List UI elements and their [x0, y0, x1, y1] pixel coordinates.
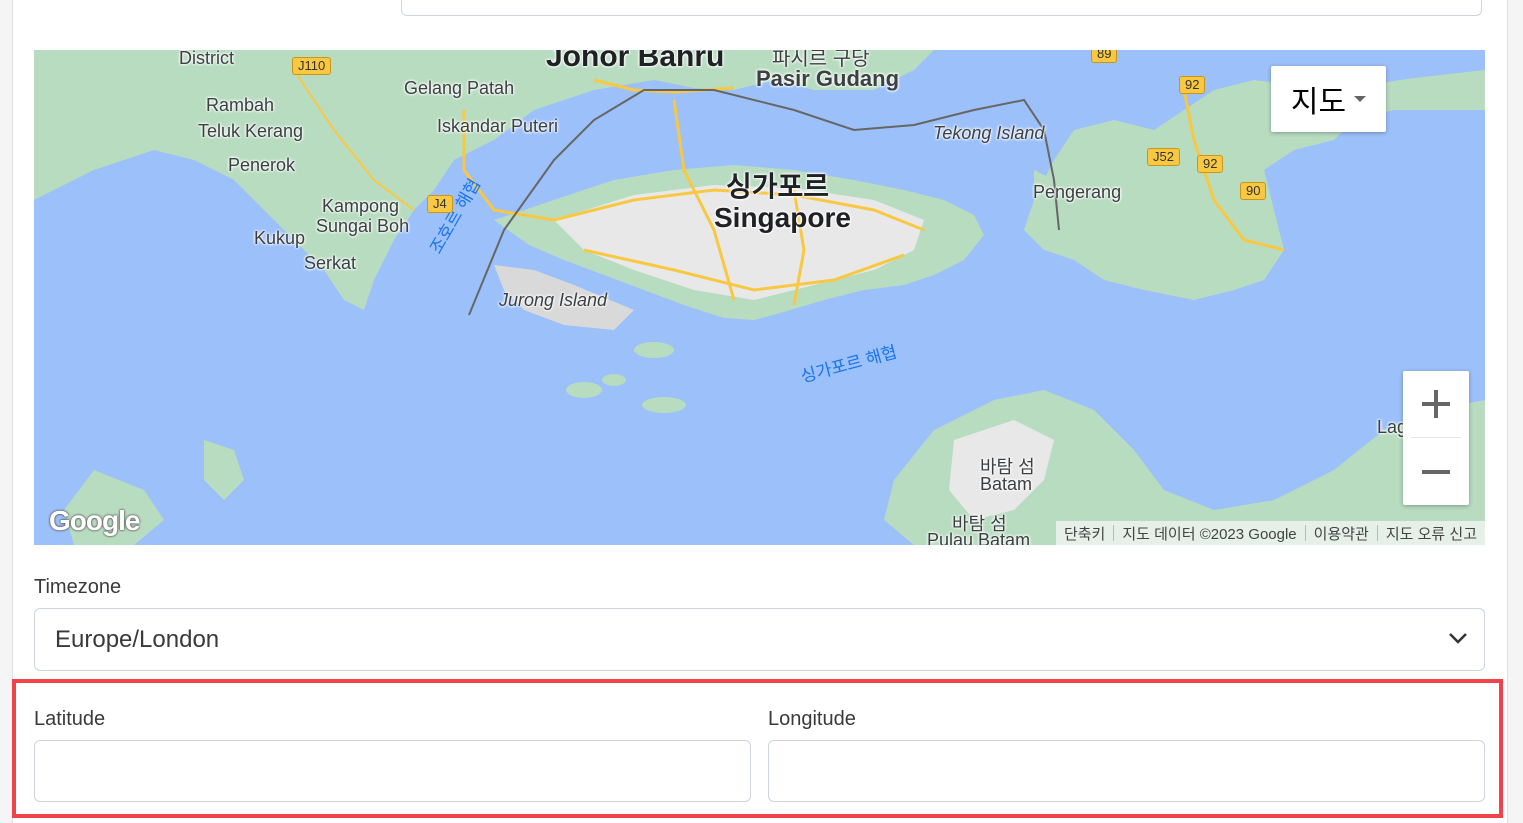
report-error-link[interactable]: 지도 오류 신고: [1378, 523, 1485, 544]
label-batam: Batam: [980, 474, 1033, 494]
timezone-selected-value: Europe/London: [55, 625, 220, 653]
label-singapore: Singapore: [714, 202, 851, 233]
label-teluk-kerang: Teluk Kerang: [198, 121, 304, 141]
label-singapore-ko: 싱가포르: [726, 171, 830, 202]
zoom-out-button[interactable]: [1403, 439, 1469, 505]
chevron-down-icon: [1449, 633, 1467, 644]
zoom-in-button[interactable]: [1403, 371, 1469, 437]
road-shield: J110: [292, 57, 332, 75]
map-view[interactable]: Johor Bahru 파시르 구당 Pasir Gudang District…: [34, 50, 1485, 545]
label-pasir-gudang: Pasir Gudang: [756, 66, 900, 91]
map-type-selector[interactable]: 지도: [1271, 66, 1386, 132]
latitude-input[interactable]: [34, 740, 751, 802]
google-logo: Google: [49, 505, 140, 536]
map-data-text: 지도 데이터 ©2023 Google: [1122, 525, 1297, 543]
minus-icon: [1422, 470, 1450, 474]
timezone-select[interactable]: Europe/London: [34, 608, 1485, 671]
zoom-control: [1403, 371, 1469, 505]
timezone-label: Timezone: [34, 576, 122, 598]
label-tekong-island: Tekong Island: [933, 123, 1045, 143]
longitude-input[interactable]: [768, 740, 1485, 802]
label-kampong: Kampong: [322, 196, 400, 216]
map-type-label: 지도: [1290, 86, 1347, 119]
label-penerok: Penerok: [228, 155, 296, 175]
zoom-divider: [1411, 437, 1461, 438]
label-johor-bahru: Johor Bahru: [546, 50, 725, 73]
road-shield: 89: [1091, 50, 1118, 63]
label-pengerang: Pengerang: [1033, 182, 1122, 202]
road-shield: 90: [1240, 182, 1267, 200]
longitude-label: Longitude: [768, 708, 856, 730]
label-iskandar-puteri: Iskandar Puteri: [437, 116, 559, 136]
top-text-input[interactable]: [401, 0, 1482, 16]
latitude-label: Latitude: [34, 708, 106, 730]
label-kukup: Kukup: [254, 228, 306, 248]
map-attribution: 단축키 지도 데이터 ©2023 Google 이용약관 지도 오류 신고: [1055, 521, 1485, 545]
label-jurong-island: Jurong Island: [499, 290, 608, 310]
road-shield: 92: [1179, 76, 1206, 94]
caret-down-icon: [1354, 96, 1367, 102]
label-gelang-patah: Gelang Patah: [404, 78, 515, 98]
road-shield: J52: [1147, 148, 1180, 166]
road-shield: J4: [427, 195, 453, 213]
label-pulau-batam: Pulau Batam: [927, 530, 1031, 545]
terms-link[interactable]: 이용약관: [1306, 523, 1377, 544]
label-serkat: Serkat: [304, 253, 357, 273]
label-rambah: Rambah: [206, 95, 275, 115]
plus-icon: [1422, 390, 1450, 418]
label-sungai-boh: Sungai Boh: [316, 216, 410, 236]
label-district: District: [179, 50, 234, 68]
road-shield: 92: [1197, 155, 1224, 173]
keyboard-shortcuts-link[interactable]: 단축키: [1056, 523, 1113, 544]
